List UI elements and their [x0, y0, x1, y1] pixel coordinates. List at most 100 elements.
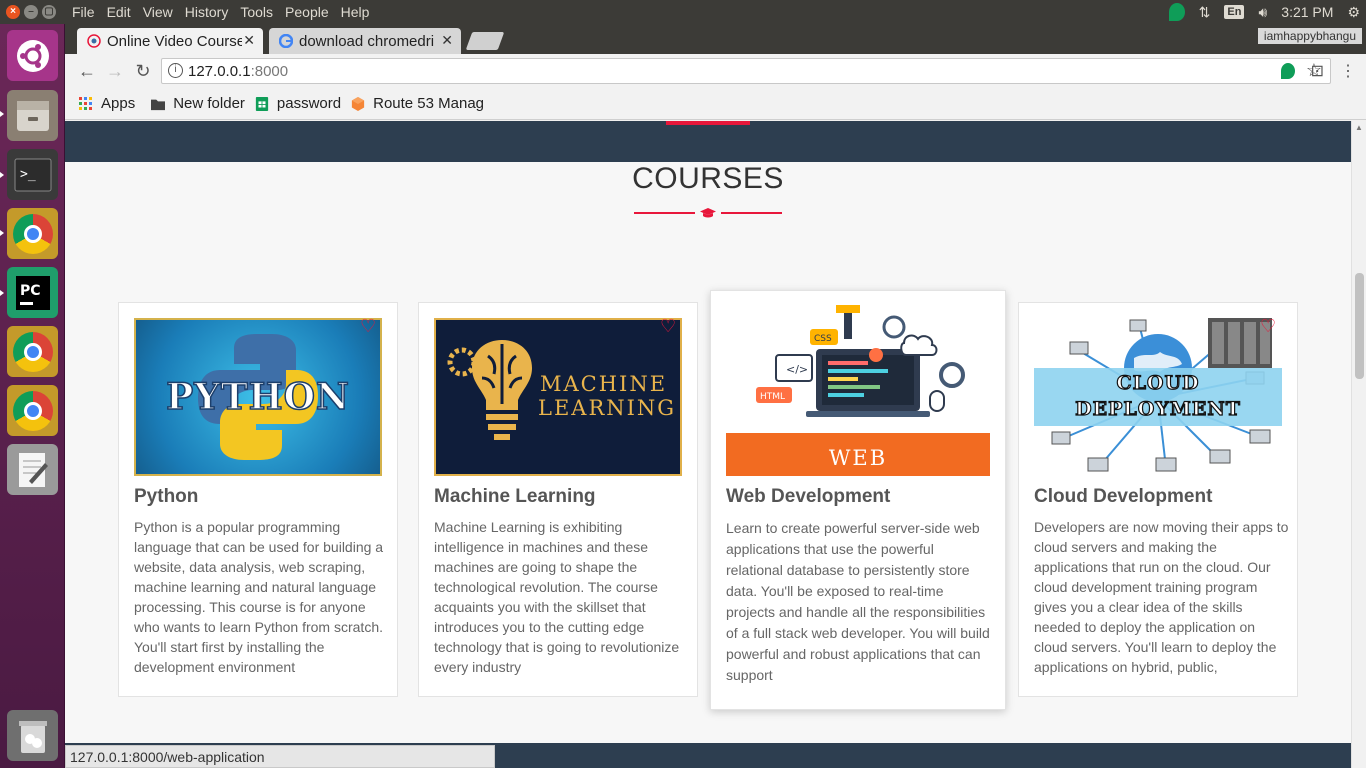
- tab-download-chromedriver[interactable]: download chromedri ✕: [269, 28, 461, 54]
- unity-launcher: >_ PC: [0, 24, 65, 768]
- new-tab-button[interactable]: [465, 32, 505, 50]
- link-status-bubble: 127.0.0.1:8000/web-application: [65, 745, 495, 768]
- bookmark-new-folder[interactable]: New folder: [151, 95, 245, 112]
- hangouts-extension-icon[interactable]: [1280, 63, 1295, 79]
- course-description: Machine Learning is exhibiting intellige…: [434, 519, 680, 675]
- svg-text:>_: >_: [20, 167, 36, 182]
- running-indicator: [0, 290, 4, 296]
- menu-kebab-icon[interactable]: ⋮: [1340, 61, 1356, 81]
- machine-learning-course-image: MACHINE LEARNING: [434, 318, 682, 476]
- top-panel: × – ▢ File Edit View History Tools Peopl…: [0, 0, 1366, 24]
- back-arrow-icon[interactable]: ←: [73, 61, 101, 82]
- reload-icon[interactable]: ↻: [129, 61, 157, 82]
- tab-online-video-course[interactable]: Online Video Course ✕: [77, 28, 263, 54]
- ml-image-text-line-1: MACHINE: [540, 372, 668, 396]
- menu-edit[interactable]: Edit: [101, 4, 137, 20]
- page-viewport: COURSES PYTHON ♡ Python Python is a popu…: [65, 121, 1351, 768]
- course-title[interactable]: Machine Learning: [434, 486, 596, 508]
- volume-icon[interactable]: 🔊︎: [1258, 4, 1267, 21]
- browser-toolbar: ← → ↻ i 127.0.0.1:8000 ☆ ⊡ ⋮: [65, 54, 1366, 88]
- svg-text:PC: PC: [20, 283, 41, 299]
- profile-name[interactable]: iamhappybhangu: [1257, 28, 1362, 44]
- svg-text:HTML: HTML: [760, 392, 785, 402]
- course-card-cloud-development[interactable]: CLOUD DEPLOYMENT ♡ Cloud Development Dev…: [1018, 302, 1298, 697]
- chrome-icon[interactable]: [7, 208, 58, 259]
- web-dev-illustration-icon: </> HTML CSS: [756, 305, 965, 417]
- menu-people[interactable]: People: [279, 4, 335, 20]
- cloud-image-text-line-1: CLOUD: [1116, 371, 1200, 394]
- menu-bar: File Edit View History Tools People Help: [66, 4, 375, 20]
- running-indicator: [0, 230, 4, 236]
- ubuntu-dash-icon[interactable]: [7, 30, 58, 81]
- bookmark-password[interactable]: password: [255, 95, 341, 112]
- menu-history[interactable]: History: [179, 4, 235, 20]
- course-card-web-development[interactable]: </> HTML CSS WEB DEVELOPMENT Web Develop…: [710, 290, 1006, 710]
- maximize-window-button[interactable]: ▢: [42, 5, 56, 19]
- tab-title: Online Video Course: [107, 32, 242, 50]
- bookmark-label: Apps: [101, 95, 136, 112]
- url-host: 127.0.0.1: [188, 62, 251, 80]
- folder-icon: [151, 99, 166, 110]
- address-bar[interactable]: i 127.0.0.1:8000 ☆: [161, 58, 1331, 84]
- aws-icon: [351, 96, 365, 111]
- favorite-heart-icon[interactable]: ♡: [1260, 316, 1276, 337]
- running-indicator: [0, 111, 4, 117]
- hero-band: [65, 121, 1351, 162]
- course-title[interactable]: Python: [134, 486, 198, 508]
- course-description: Python is a popular programming language…: [134, 519, 384, 675]
- ml-image-text-line-2: LEARNING: [538, 396, 677, 420]
- page-scrollbar[interactable]: ▲: [1351, 121, 1366, 768]
- course-description: Developers are now moving their apps to …: [1034, 519, 1289, 675]
- network-icon[interactable]: ⇅: [1199, 4, 1211, 21]
- menu-tools[interactable]: Tools: [234, 4, 279, 20]
- files-icon[interactable]: [7, 90, 58, 141]
- tab-title: download chromedri: [299, 32, 434, 50]
- settings-gear-icon[interactable]: ⚙: [1347, 4, 1360, 21]
- course-card-machine-learning[interactable]: MACHINE LEARNING ♡ Machine Learning Mach…: [418, 302, 698, 697]
- minimize-window-button[interactable]: –: [24, 5, 38, 19]
- bookmarks-bar: Apps New folder password Route 53 Manag: [65, 88, 1366, 120]
- menu-help[interactable]: Help: [335, 4, 376, 20]
- favorite-heart-icon[interactable]: ♡: [360, 316, 376, 337]
- chrome-icon[interactable]: [7, 385, 58, 436]
- hangouts-icon[interactable]: [1168, 3, 1185, 21]
- bookmark-label: password: [276, 95, 342, 112]
- close-tab-icon[interactable]: ✕: [243, 32, 255, 49]
- forward-arrow-icon[interactable]: →: [101, 61, 129, 82]
- text-editor-icon[interactable]: [7, 444, 58, 495]
- menu-view[interactable]: View: [137, 4, 179, 20]
- system-indicators: ⇅ En 🔊︎ 3:21 PM ⚙: [1168, 0, 1360, 24]
- course-card-python[interactable]: PYTHON ♡ Python Python is a popular prog…: [118, 302, 398, 697]
- course-title[interactable]: Web Development: [726, 486, 890, 508]
- bookmark-apps[interactable]: Apps: [79, 95, 135, 112]
- scroll-up-arrow-icon[interactable]: ▲: [1355, 123, 1363, 132]
- pycharm-icon[interactable]: PC: [7, 267, 58, 318]
- keyboard-indicator[interactable]: En: [1224, 5, 1245, 19]
- course-title[interactable]: Cloud Development: [1034, 486, 1212, 508]
- close-tab-icon[interactable]: ✕: [441, 32, 453, 49]
- section-title: COURSES: [632, 162, 784, 195]
- active-nav-indicator: [666, 121, 750, 125]
- trash-icon[interactable]: [7, 710, 58, 761]
- brain-bulb-icon: [447, 340, 532, 440]
- python-image-text: PYTHON: [165, 375, 350, 419]
- cloud-deployment-course-image: CLOUD DEPLOYMENT: [1034, 318, 1282, 478]
- python-course-image: PYTHON: [134, 318, 382, 476]
- svg-text:CSS: CSS: [814, 334, 832, 344]
- terminal-icon[interactable]: >_: [7, 149, 58, 200]
- close-window-button[interactable]: ×: [6, 5, 20, 19]
- apps-grid-icon: [79, 96, 92, 110]
- chrome-icon[interactable]: [7, 326, 58, 377]
- svg-text:</>: </>: [786, 363, 808, 376]
- favorite-heart-icon[interactable]: ♡: [660, 316, 676, 337]
- web-dev-image-text: WEB DEVELOPMENT: [726, 433, 990, 476]
- url-port: :8000: [250, 62, 289, 80]
- bookmark-route-53[interactable]: Route 53 Manag: [351, 95, 484, 112]
- scrollbar-thumb[interactable]: [1355, 273, 1364, 379]
- menu-file[interactable]: File: [66, 4, 101, 20]
- extension-tray-icon[interactable]: ⊡: [1311, 61, 1324, 81]
- info-icon[interactable]: i: [168, 63, 183, 78]
- cloud-image-text-line-2: DEPLOYMENT: [1075, 397, 1241, 420]
- bookmark-label: Route 53 Manag: [373, 95, 485, 112]
- clock[interactable]: 3:21 PM: [1281, 4, 1333, 20]
